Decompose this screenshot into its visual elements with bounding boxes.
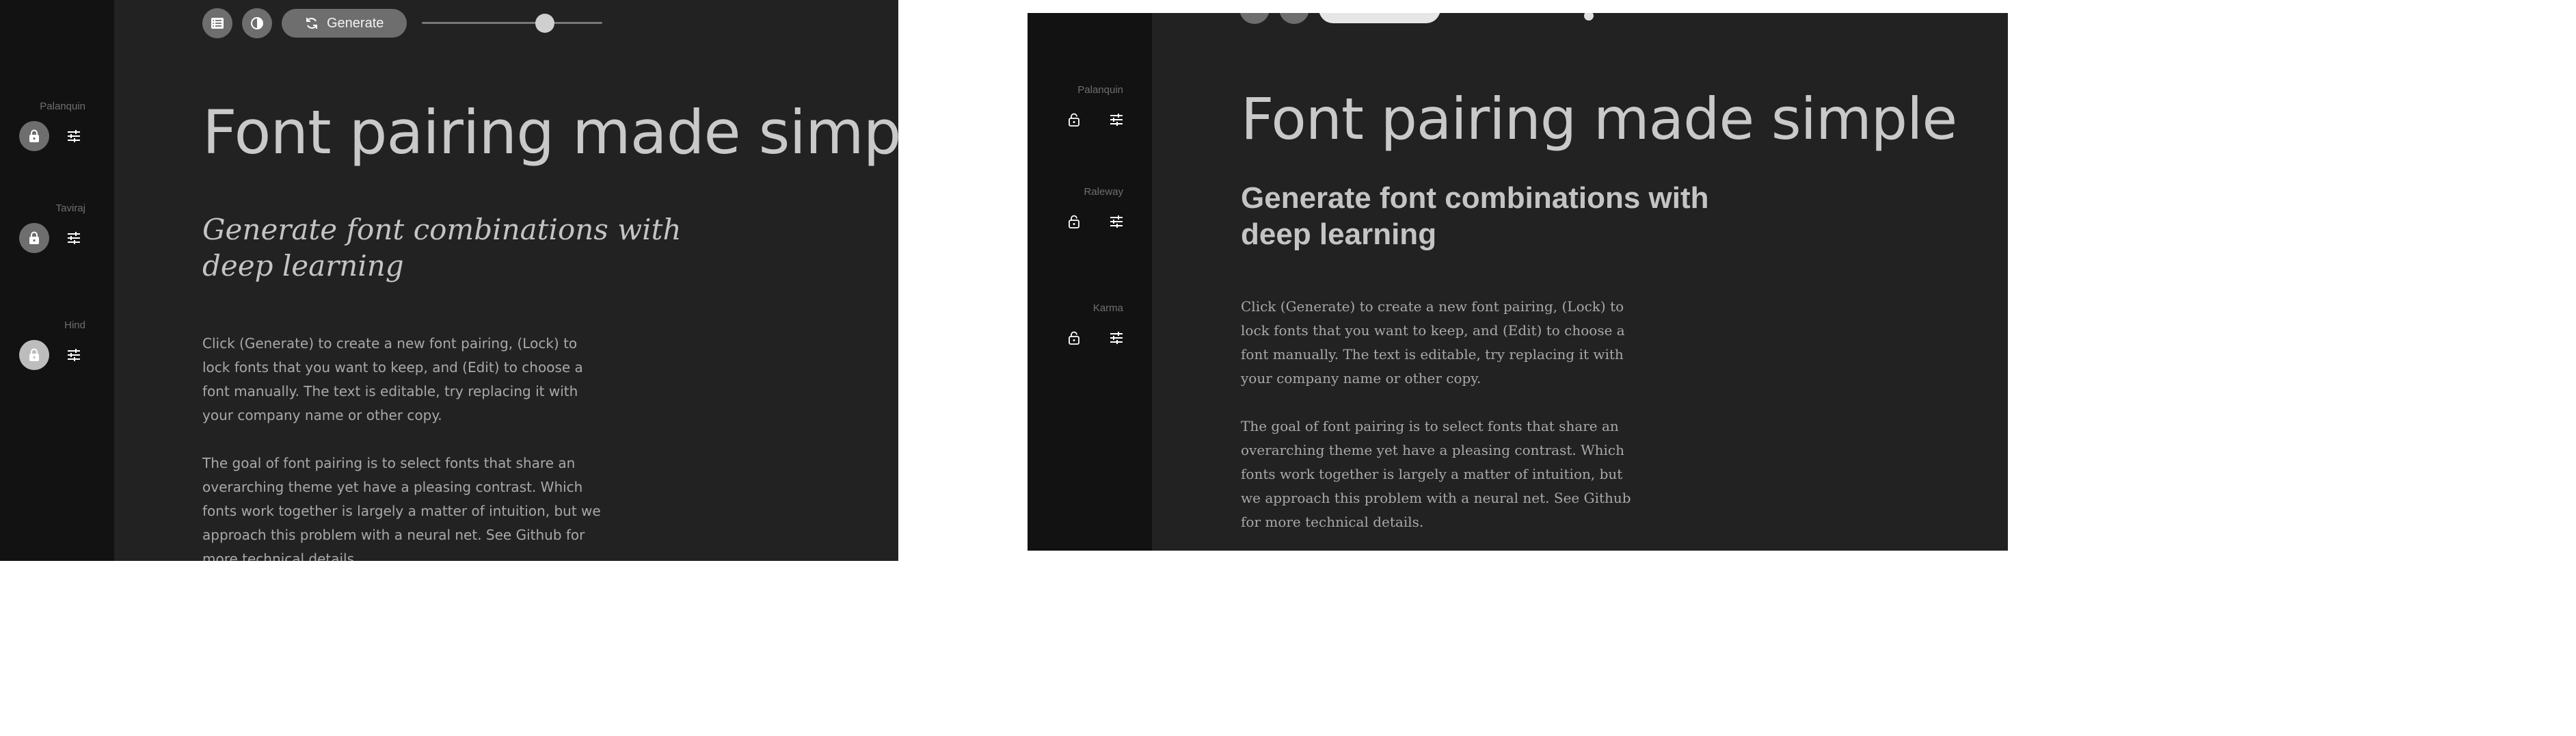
preview-subtitle[interactable]: Generate font combinations with deep lea…	[202, 211, 695, 284]
lock-button[interactable]	[1060, 208, 1088, 235]
toolbar: Generate	[202, 8, 603, 38]
lock-button[interactable]	[1060, 106, 1088, 133]
sliders-icon	[66, 348, 81, 362]
lock-button[interactable]	[19, 223, 49, 253]
app-window-secondary: Palanquin Raleway Karma Font pairing mad…	[1028, 13, 2008, 551]
sliders-icon	[1109, 331, 1124, 345]
edit-font-button[interactable]	[1101, 323, 1131, 353]
unlock-icon	[1068, 215, 1080, 228]
font-name-label: Palanquin	[1077, 84, 1123, 96]
slider-track	[422, 22, 603, 24]
generate-label: Generate	[327, 15, 384, 31]
sliders-icon	[1109, 113, 1124, 127]
sliders-icon	[1109, 215, 1124, 228]
preview-title[interactable]: Font pairing made simple	[202, 97, 898, 168]
preview-content: Font pairing made simple Generate font c…	[1241, 86, 1957, 534]
lock-button[interactable]	[19, 340, 49, 370]
app-window-primary: Palanquin Taviraj Hind Generate Font pai…	[0, 0, 898, 561]
list-view-button[interactable]	[1239, 13, 1270, 24]
lock-button[interactable]	[19, 121, 49, 151]
slider-thumb[interactable]	[1584, 13, 1594, 21]
list-view-button[interactable]	[202, 8, 232, 38]
slider-thumb[interactable]	[535, 14, 554, 33]
preview-paragraph[interactable]: Click (Generate) to create a new font pa…	[202, 332, 606, 428]
edit-font-button[interactable]	[1101, 105, 1131, 135]
list-icon	[211, 17, 224, 29]
preview-subtitle[interactable]: Generate font combinations with deep lea…	[1241, 180, 1760, 252]
generate-button[interactable]: Generate	[282, 9, 407, 38]
edit-font-button[interactable]	[59, 340, 89, 370]
preview-paragraph[interactable]: The goal of font pairing is to select fo…	[1241, 415, 1644, 534]
sliders-icon	[66, 231, 81, 245]
font-name-label: Karma	[1092, 302, 1123, 314]
font-name-label: Taviraj	[55, 202, 85, 214]
font-sidebar: Palanquin Raleway Karma	[1028, 13, 1152, 551]
contrast-icon	[250, 16, 264, 30]
refresh-icon	[305, 16, 319, 30]
sliders-icon	[66, 129, 81, 143]
preview-paragraph[interactable]: The goal of font pairing is to select fo…	[202, 451, 606, 561]
pairing-slider[interactable]	[422, 14, 603, 33]
theme-toggle-button[interactable]	[1279, 13, 1309, 24]
font-name-label: Hind	[64, 319, 85, 331]
lock-icon	[28, 231, 40, 245]
unlock-icon	[1068, 331, 1080, 345]
font-name-label: Raleway	[1084, 186, 1123, 198]
edit-font-button[interactable]	[59, 121, 89, 151]
preview-title[interactable]: Font pairing made simple	[1241, 86, 1957, 153]
theme-toggle-button[interactable]	[242, 8, 272, 38]
lock-icon	[28, 348, 40, 362]
edit-font-button[interactable]	[1101, 207, 1131, 237]
lock-button[interactable]	[1060, 324, 1088, 352]
edit-font-button[interactable]	[59, 223, 89, 253]
lock-icon	[28, 129, 40, 143]
font-sidebar: Palanquin Taviraj Hind	[0, 0, 114, 561]
unlock-icon	[1068, 113, 1080, 127]
preview-paragraph[interactable]: Click (Generate) to create a new font pa…	[1241, 295, 1644, 391]
preview-content: Font pairing made simple Generate font c…	[202, 97, 898, 561]
toolbar-clipped	[1239, 13, 1594, 24]
font-name-label: Palanquin	[40, 101, 85, 112]
generate-button[interactable]	[1319, 13, 1440, 23]
